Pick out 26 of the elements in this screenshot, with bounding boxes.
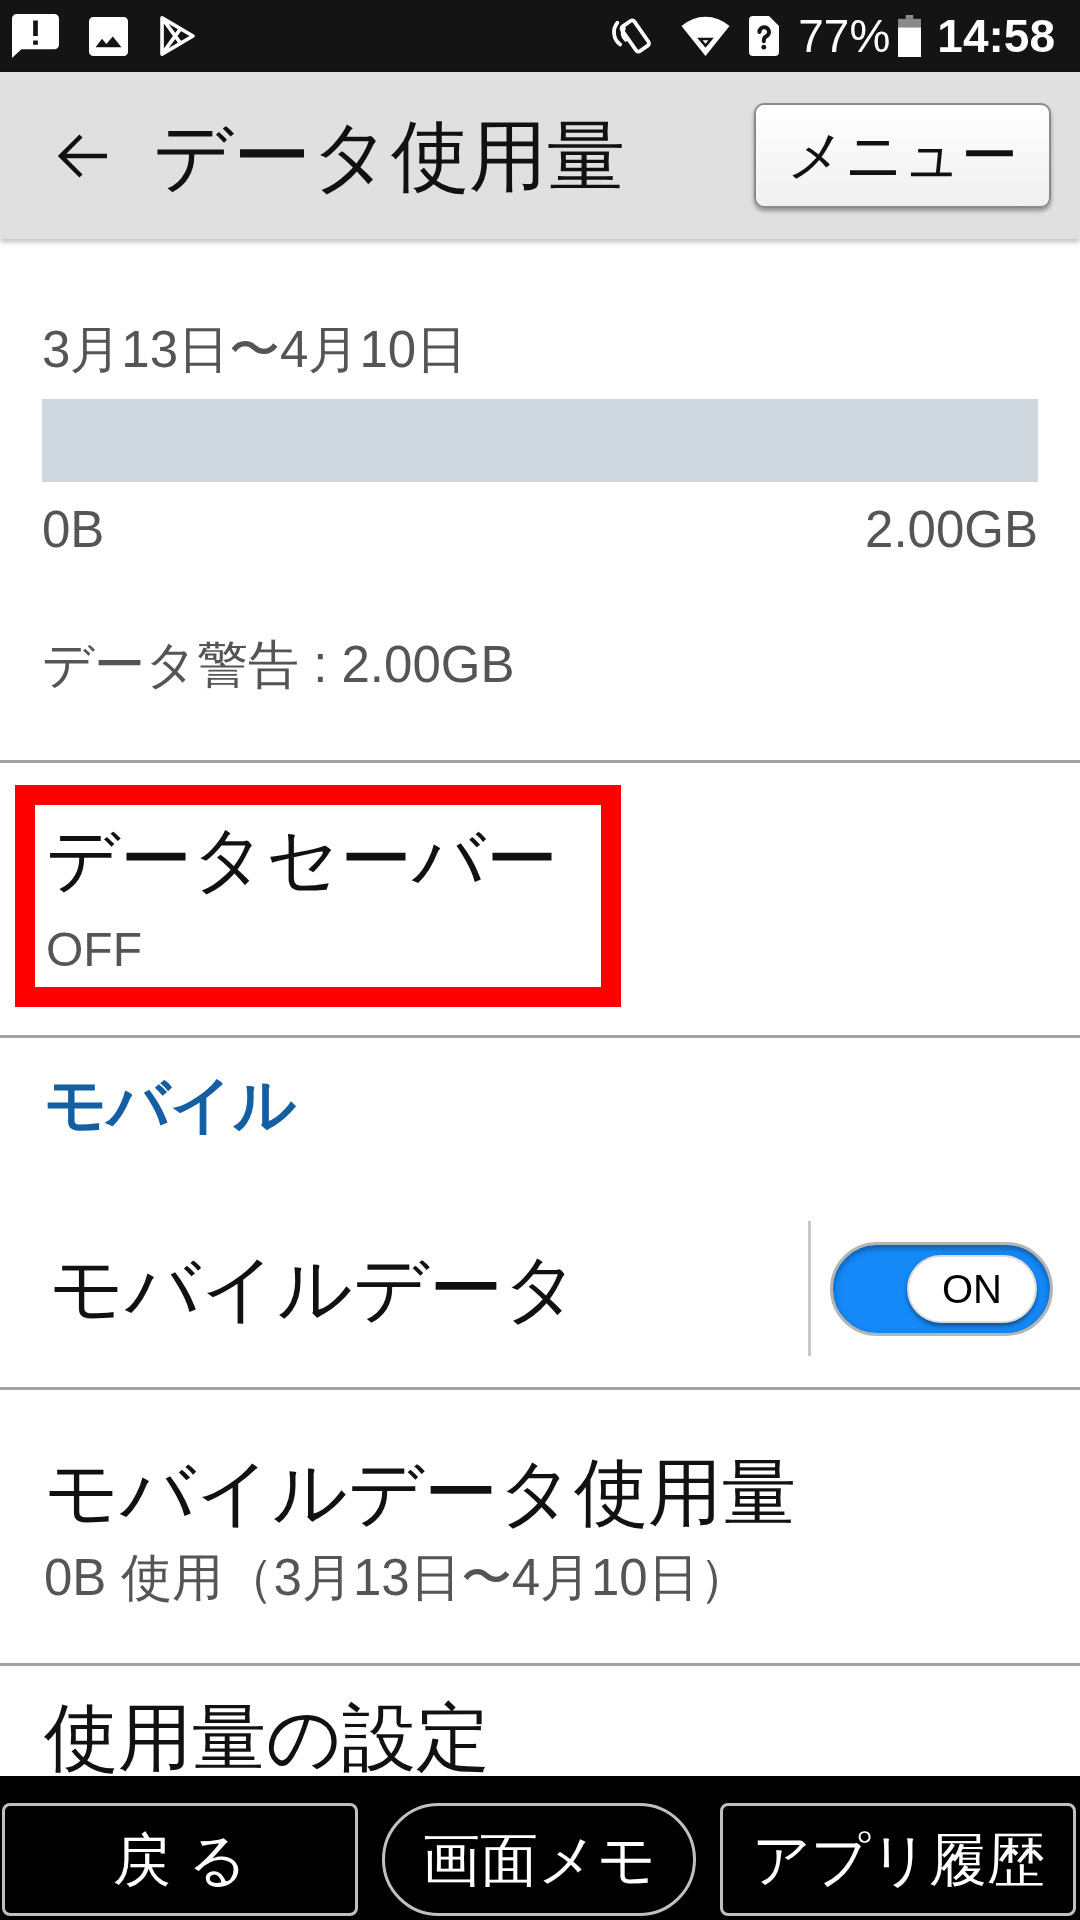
nav-button[interactable]: 画面メモ [382,1803,696,1916]
wifi-icon [681,16,731,56]
play-triangle-icon [158,16,197,56]
nav-button[interactable]: 戻 る [2,1803,358,1916]
data-warning-text: データ警告 : 2.00GB [42,635,515,695]
usage-min-label: 0B [42,500,105,560]
image-icon [89,16,128,56]
setting-title[interactable]: モバイルデータ [49,1245,808,1332]
sim-card-icon [749,15,780,57]
data-saver-title[interactable]: データセーバー [46,817,558,901]
battery-percent: 77% [798,13,891,59]
section-heading: モバイル [44,1070,296,1139]
data-saver-status: OFF [46,922,142,978]
usage-max-label: 2.00GB [865,500,1038,560]
alert-message-icon [12,14,59,58]
menu-button[interactable]: メニュー [754,103,1051,208]
mobile-data-toggle[interactable]: ON [830,1241,1053,1336]
page-title: データ使用量 [153,110,626,201]
billing-period: 3月13日〜4月10日 [42,320,468,380]
setting-title[interactable]: モバイルデータ使用量 [44,1450,796,1536]
battery-icon [896,15,924,57]
setting-title[interactable]: 使用量の設定 [44,1700,490,1776]
clock-time: 14:58 [937,13,1055,59]
nav-button[interactable]: アプリ履歴 [720,1803,1076,1916]
back-arrow-icon[interactable] [57,133,107,178]
setting-summary: 0B 使用（3月13日〜4月10日） [44,1548,750,1608]
